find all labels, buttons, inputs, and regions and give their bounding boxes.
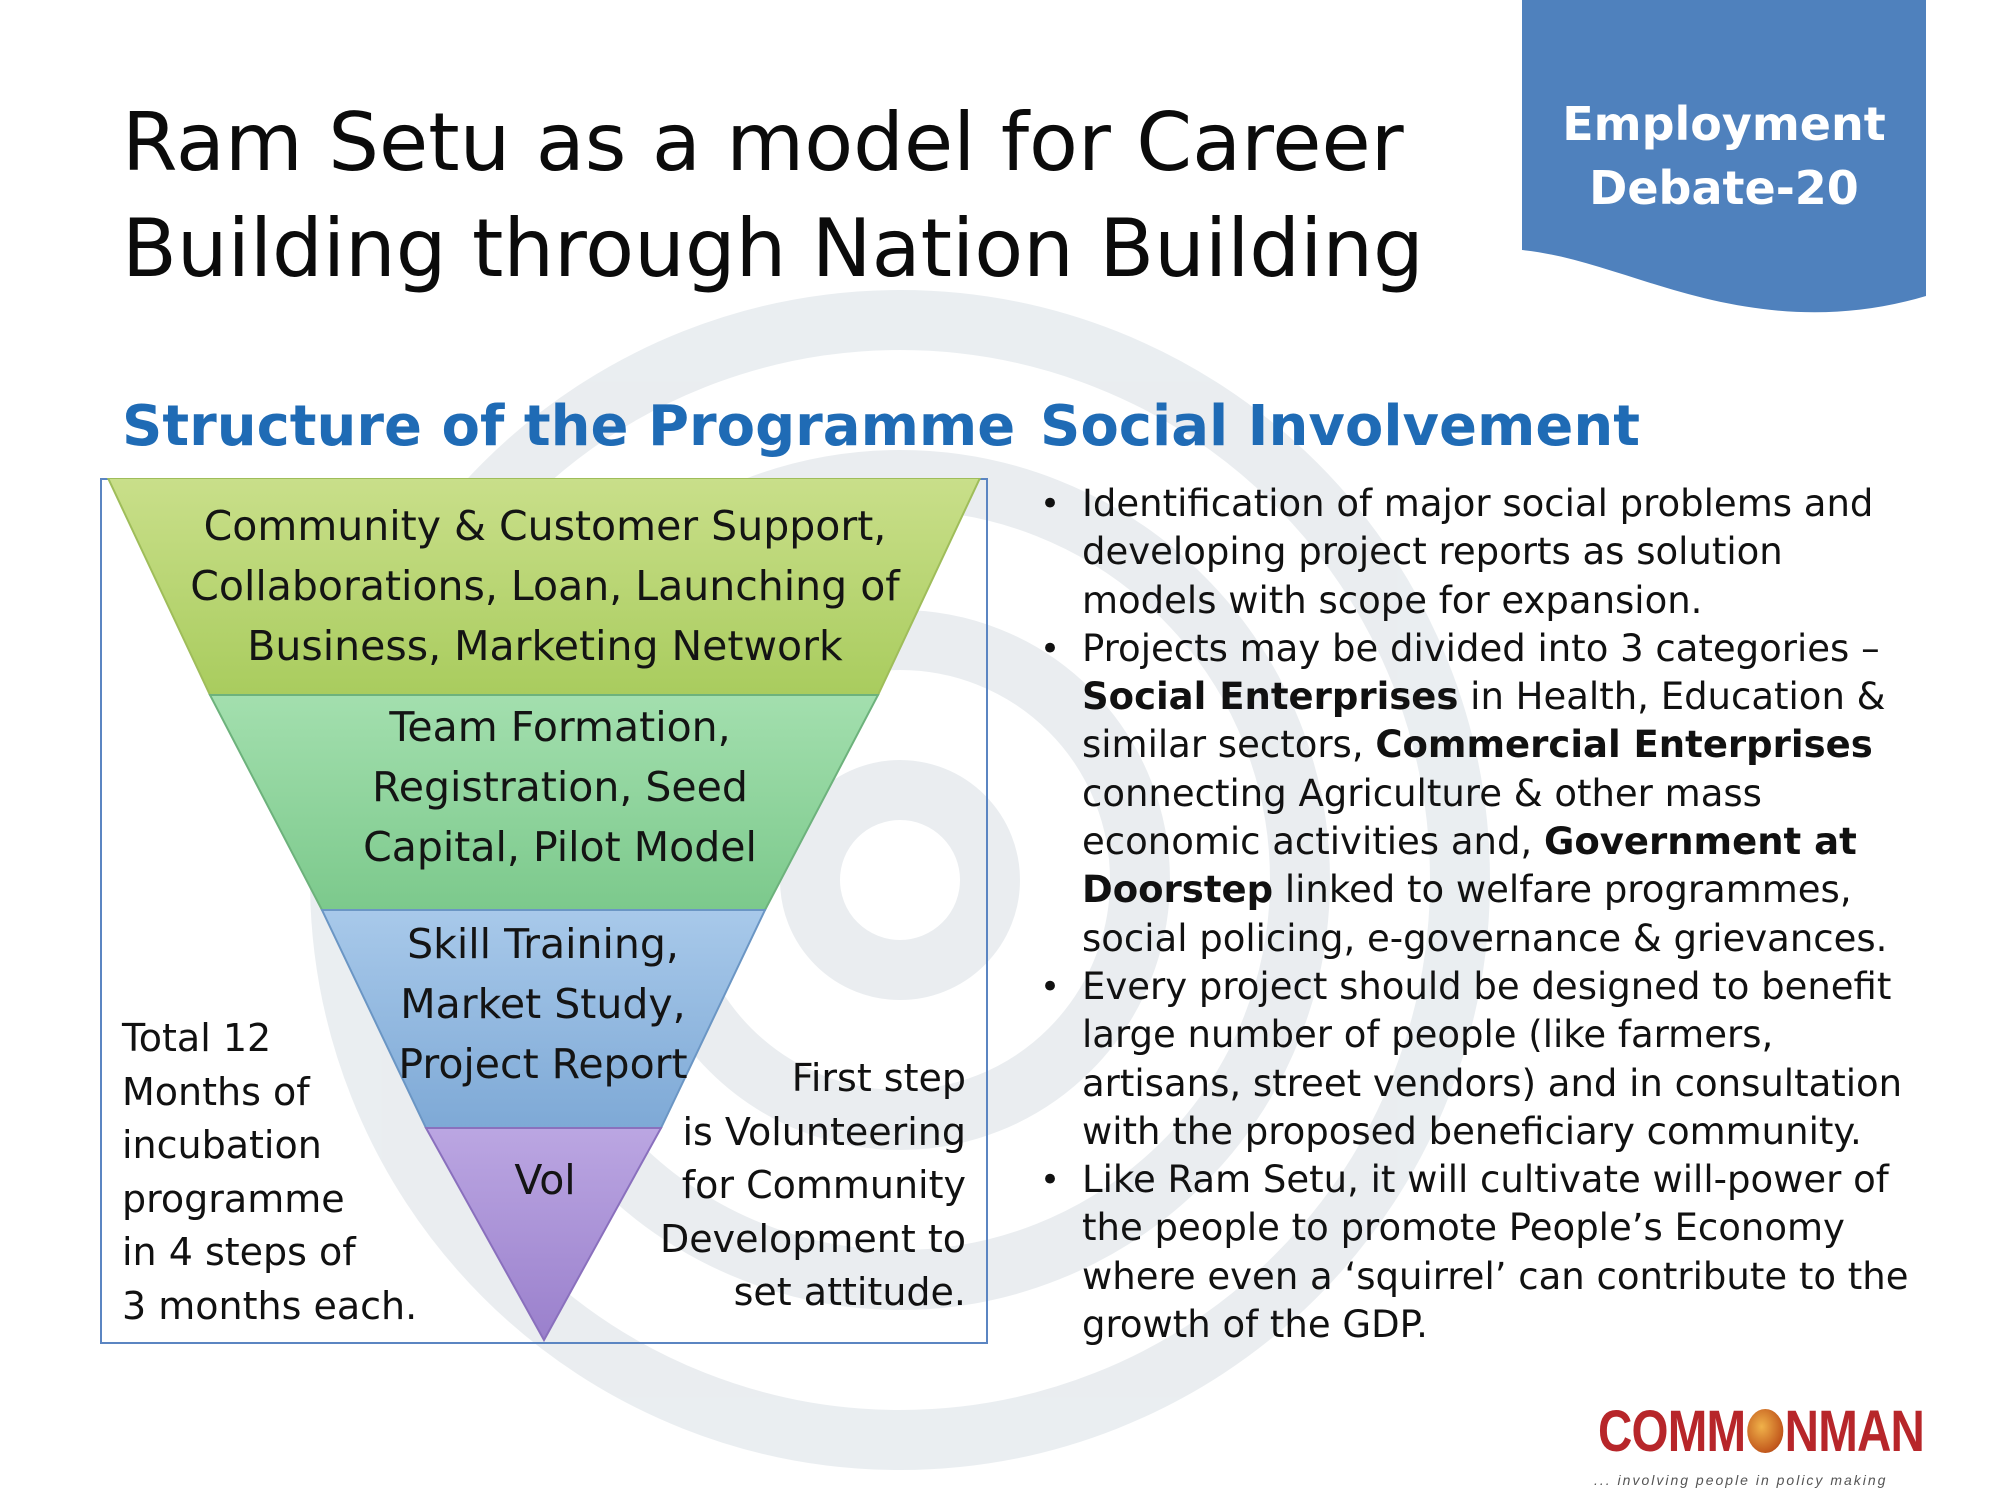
bullet-line: with the proposed beneficiary community. — [1082, 1108, 1950, 1156]
bullet-line: Projects may be divided into 3 categorie… — [1082, 625, 1950, 673]
note-line: in 4 steps of — [122, 1230, 356, 1274]
bullet-text: social policing, e-governance & grievanc… — [1082, 916, 1888, 960]
bullet-line: where even a ‘squirrel’ can contribute t… — [1082, 1253, 1950, 1301]
incubation-duration-note: Total 12 Months of incubation programme … — [122, 1012, 422, 1333]
slide: Ram Setu as a model for Career Building … — [0, 0, 2000, 1500]
banner-line-1: Employment — [1562, 97, 1886, 151]
note-line: Development to — [659, 1216, 966, 1261]
note-line: First step — [791, 1056, 966, 1100]
bullet-text: linked to welfare programmes, — [1273, 868, 1852, 912]
slide-title: Ram Setu as a model for Career Building … — [122, 90, 1472, 302]
layer-1-label: Community & Customer Support, Collaborat… — [140, 496, 950, 676]
note-line: for Community — [681, 1163, 966, 1207]
bullet-line: Like Ram Setu, it will cultivate will-po… — [1082, 1156, 1950, 1204]
bullet-text: in Health, Education & — [1458, 675, 1886, 719]
logo-wordmark: COMM NMAN — [1598, 1398, 1925, 1465]
logo-word-part-2: NMAN — [1784, 1399, 1925, 1464]
bullet-item: • Identification of major social problems… — [1040, 480, 1950, 625]
layer-2-line: Team Formation, — [389, 703, 731, 751]
bullet-text: connecting Agriculture & other mass — [1082, 771, 1762, 815]
bullet-text: similar sectors, — [1082, 723, 1376, 767]
bullet-line: artisans, street vendors) and in consult… — [1082, 1060, 1950, 1108]
logo-word-part-1: COMM — [1598, 1399, 1746, 1464]
note-line: programme — [122, 1176, 345, 1221]
logo-globe-icon — [1746, 1409, 1784, 1453]
title-line-1: Ram Setu as a model for Career — [122, 96, 1404, 189]
structure-heading: Structure of the Programme — [122, 394, 1016, 459]
bullet-text: models with scope for expansion. — [1082, 578, 1703, 622]
bullet-line: Doorstep linked to welfare programmes, — [1082, 866, 1950, 914]
bullet-text: Projects may be divided into 3 categorie… — [1082, 626, 1880, 670]
bullet-line: models with scope for expansion. — [1082, 577, 1950, 625]
commonman-logo: COMM NMAN ... involving people in policy … — [1590, 1372, 1930, 1490]
note-line: incubation — [122, 1123, 322, 1167]
bullet-line: connecting Agriculture & other mass — [1082, 770, 1950, 818]
bullet-text: with the proposed beneficiary community. — [1082, 1109, 1862, 1153]
bullet-item: • Like Ram Setu, it will cultivate will-p… — [1040, 1156, 1950, 1349]
bullet-line: Every project should be designed to bene… — [1082, 963, 1950, 1011]
bullet-dot-icon: • — [1040, 1160, 1061, 1201]
bullet-text: economic activities and, — [1082, 820, 1544, 864]
note-line: Total 12 — [122, 1016, 272, 1060]
bullet-line: large number of people (like farmers, — [1082, 1011, 1950, 1059]
logo-tagline: ... involving people in policy making — [1594, 1472, 1888, 1488]
bullet-item: • Projects may be divided into 3 categori… — [1040, 625, 1950, 963]
bullet-line: Identification of major social problems … — [1082, 480, 1950, 528]
title-line-2: Building through Nation Building — [122, 202, 1424, 295]
note-line: is Volunteering — [682, 1109, 967, 1154]
note-line: set attitude. — [733, 1270, 966, 1314]
bold-term: Social Enterprises — [1082, 675, 1459, 719]
bullet-text: Every project should be designed to bene… — [1082, 964, 1892, 1008]
bullet-line: developing project reports as solution — [1082, 528, 1950, 576]
bold-term: Commercial Enterprises — [1375, 723, 1873, 767]
bullet-dot-icon: • — [1040, 966, 1061, 1007]
layer-1-line: Business, Marketing Network — [247, 622, 843, 670]
banner-line-2: Debate-20 — [1589, 161, 1859, 215]
layer-2-label: Team Formation, Registration, Seed Capit… — [310, 697, 810, 877]
social-involvement-bullets: • Identification of major social problems… — [1040, 480, 1950, 1349]
bullet-text: growth of the GDP. — [1082, 1303, 1428, 1347]
layer-2-line: Capital, Pilot Model — [363, 823, 757, 871]
bullet-text: artisans, street vendors) and in consult… — [1082, 1061, 1903, 1105]
first-step-note: First step is Volunteering for Community… — [640, 1052, 966, 1320]
layer-1-line: Collaborations, Loan, Launching of — [190, 562, 900, 610]
bullet-text: large number of people (like farmers, — [1082, 1013, 1774, 1057]
bullet-text: developing project reports as solution — [1082, 530, 1783, 574]
bullet-dot-icon: • — [1040, 484, 1061, 524]
layer-4-label: Vol — [480, 1150, 610, 1210]
bullet-item: • Every project should be designed to ben… — [1040, 963, 1950, 1156]
bullet-line: economic activities and, Government at — [1082, 818, 1950, 866]
bullet-line: similar sectors, Commercial Enterprises — [1082, 721, 1950, 769]
layer-1-line: Community & Customer Support, — [203, 502, 887, 550]
bullet-line: growth of the GDP. — [1082, 1301, 1950, 1349]
layer-4-line: Vol — [514, 1156, 576, 1204]
bullet-text: Like Ram Setu, it will cultivate will-po… — [1082, 1158, 1889, 1202]
bullet-text: Identification of major social problems … — [1082, 482, 1874, 525]
bullet-text: the people to promote People’s Economy — [1082, 1206, 1845, 1250]
employment-debate-banner: Employment Debate-20 — [1522, 0, 1926, 318]
bullet-line: social policing, e-governance & grievanc… — [1082, 915, 1950, 963]
note-line: 3 months each. — [122, 1283, 418, 1328]
bullet-line: the people to promote People’s Economy — [1082, 1204, 1950, 1252]
note-line: Months of — [122, 1069, 310, 1114]
social-involvement-heading: Social Involvement — [1040, 394, 1641, 459]
layer-2-line: Registration, Seed — [372, 763, 748, 811]
layer-3-line: Skill Training, — [407, 920, 679, 968]
bullet-line: Social Enterprises in Health, Education … — [1082, 673, 1950, 721]
bold-term: Doorstep — [1082, 868, 1274, 912]
bullet-text: where even a ‘squirrel’ can contribute t… — [1082, 1254, 1909, 1298]
layer-3-line: Market Study, — [400, 980, 686, 1028]
bullet-dot-icon: • — [1040, 628, 1061, 669]
bold-term: Government at — [1543, 820, 1857, 864]
